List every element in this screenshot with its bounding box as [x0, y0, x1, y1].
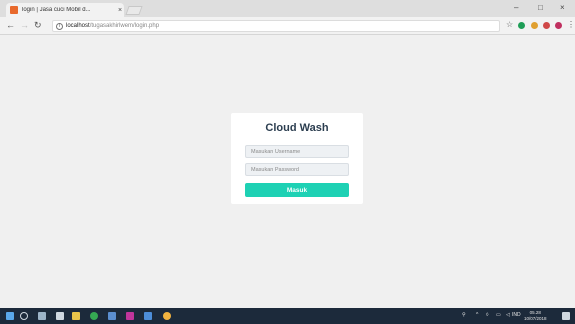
notification-icon[interactable]	[562, 312, 570, 320]
language-indicator[interactable]: IND	[512, 312, 521, 318]
info-icon[interactable]: i	[56, 22, 63, 30]
chrome-icon[interactable]	[90, 312, 98, 320]
close-window-icon[interactable]: ×	[560, 3, 565, 12]
password-input[interactable]	[245, 163, 349, 176]
back-arrow-icon[interactable]: ←	[6, 20, 15, 30]
menu-kebab-icon[interactable]: ⋮	[567, 20, 575, 29]
app-icon[interactable]	[108, 312, 116, 320]
battery-icon[interactable]: ▭	[496, 312, 501, 318]
minimize-icon[interactable]: –	[514, 3, 518, 12]
extension-green-icon[interactable]	[518, 22, 525, 29]
file-explorer-icon[interactable]	[72, 312, 80, 320]
tab-title: login | Jasa cuci Mobil d...	[22, 7, 91, 13]
close-tab-icon[interactable]: ×	[118, 7, 122, 14]
forward-arrow-icon[interactable]: →	[20, 20, 29, 30]
browser-tab[interactable]: login | Jasa cuci Mobil d... ×	[6, 3, 124, 17]
show-hidden-icons[interactable]: ^	[476, 312, 478, 318]
extension-pink-icon[interactable]	[555, 22, 562, 29]
maximize-icon[interactable]: □	[538, 3, 543, 12]
media-player-icon[interactable]	[163, 312, 171, 320]
login-title: Cloud Wash	[265, 122, 329, 134]
network-icon[interactable]: ◊	[486, 312, 488, 318]
page-viewport: Cloud Wash Masuk	[0, 36, 575, 308]
reload-icon[interactable]: ↻	[34, 20, 42, 31]
volume-icon[interactable]: ◁	[506, 312, 510, 318]
people-icon[interactable]: ⚲	[462, 312, 466, 318]
login-submit-button[interactable]: Masuk	[245, 183, 349, 197]
new-tab-button[interactable]	[125, 6, 143, 15]
store-icon[interactable]	[56, 312, 64, 320]
username-input[interactable]	[245, 145, 349, 158]
clock[interactable]: 05.28 10/07/2018	[524, 310, 547, 322]
clock-date: 10/07/2018	[524, 316, 547, 321]
address-bar[interactable]: i localhost /tugasakhirlwem/login.php	[52, 20, 500, 32]
site-favicon-icon	[10, 6, 18, 14]
bookmark-star-icon[interactable]: ☆	[506, 20, 513, 29]
url-host: localhost	[66, 23, 90, 29]
adobe-app-icon[interactable]	[126, 312, 134, 320]
extension-red-icon[interactable]	[543, 22, 550, 29]
extension-yellow-icon[interactable]	[531, 22, 538, 29]
windows-start-icon[interactable]	[6, 312, 14, 320]
word-icon[interactable]	[144, 312, 152, 320]
search-icon[interactable]	[20, 312, 28, 320]
browser-tab-strip: login | Jasa cuci Mobil d... × – □ ×	[0, 0, 575, 17]
os-taskbar: ⚲ ^ ◊ ▭ ◁ IND 05.28 10/07/2018	[0, 308, 575, 324]
url-path: /tugasakhirlwem/login.php	[89, 23, 160, 29]
task-view-icon[interactable]	[38, 312, 46, 320]
login-card: Cloud Wash Masuk	[231, 113, 363, 204]
browser-toolbar: ← → ↻ i localhost /tugasakhirlwem/login.…	[0, 17, 575, 35]
